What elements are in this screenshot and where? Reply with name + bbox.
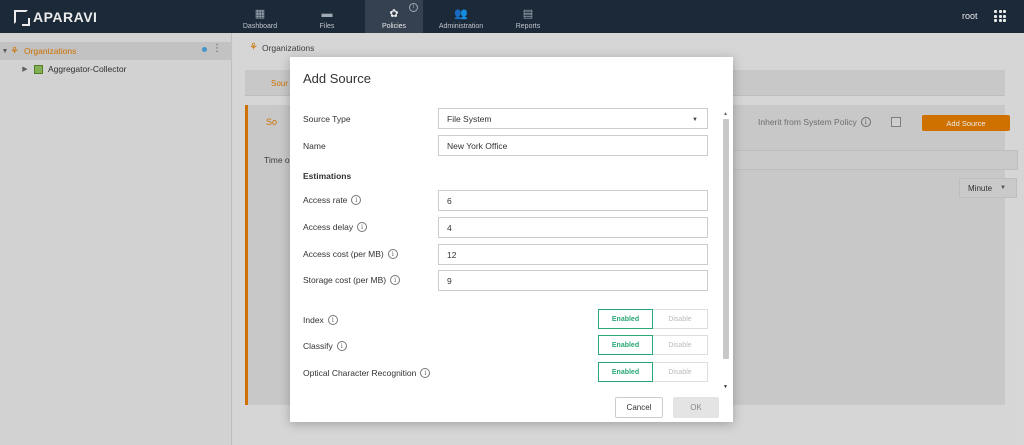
name-label: Name — [303, 141, 326, 151]
info-icon[interactable]: i — [420, 368, 431, 378]
access-rate-value: 6 — [447, 195, 452, 206]
name-value: New York Office — [447, 140, 508, 151]
scroll-up-icon[interactable]: ▲ — [723, 111, 728, 117]
info-icon[interactable]: i — [357, 222, 368, 232]
info-icon[interactable]: i — [387, 249, 398, 259]
access-rate-label: Access rate i — [303, 195, 362, 205]
modal-title: Add Source — [303, 71, 371, 86]
access-cost-label: Access cost (per MB) i — [303, 249, 398, 259]
ok-button[interactable]: OK — [673, 397, 719, 418]
source-type-value: File System — [447, 113, 492, 124]
scroll-down-icon[interactable]: ▼ — [723, 384, 728, 390]
scroll-thumb[interactable] — [723, 119, 729, 359]
info-icon[interactable]: i — [336, 341, 347, 351]
classify-enabled-button[interactable]: Enabled — [598, 335, 653, 355]
modal-scrollbar[interactable]: ▲ ▼ — [722, 111, 730, 391]
access-delay-value: 4 — [447, 222, 452, 233]
name-input[interactable]: New York Office — [438, 135, 708, 156]
index-label: Index i — [303, 315, 338, 325]
index-enabled-button[interactable]: Enabled — [598, 309, 653, 329]
access-cost-input[interactable]: 12 — [438, 244, 708, 265]
source-type-label: Source Type — [303, 114, 351, 124]
ocr-toggle: Enabled Disable — [598, 362, 708, 382]
storage-cost-value: 9 — [447, 275, 452, 286]
access-delay-label: Access delay i — [303, 222, 368, 232]
source-type-select[interactable]: File System ▼ — [438, 108, 708, 129]
index-disable-button[interactable]: Disable — [653, 309, 708, 329]
index-toggle: Enabled Disable — [598, 309, 708, 329]
info-icon[interactable]: i — [390, 275, 401, 285]
cancel-button[interactable]: Cancel — [615, 397, 663, 418]
classify-toggle: Enabled Disable — [598, 335, 708, 355]
info-icon[interactable]: i — [351, 195, 362, 205]
access-rate-input[interactable]: 6 — [438, 190, 708, 211]
storage-cost-label: Storage cost (per MB) i — [303, 275, 401, 285]
classify-label: Classify i — [303, 341, 347, 351]
access-cost-value: 12 — [447, 249, 457, 260]
ocr-enabled-button[interactable]: Enabled — [598, 362, 653, 382]
info-icon[interactable]: i — [327, 315, 338, 325]
storage-cost-input[interactable]: 9 — [438, 270, 708, 291]
add-source-modal: Add Source Source Type File System ▼ Nam… — [290, 57, 733, 422]
classify-disable-button[interactable]: Disable — [653, 335, 708, 355]
ocr-disable-button[interactable]: Disable — [653, 362, 708, 382]
estimations-heading: Estimations — [303, 171, 352, 181]
ocr-label: Optical Character Recognition i — [303, 368, 431, 378]
caret-down-icon: ▼ — [692, 117, 698, 123]
access-delay-input[interactable]: 4 — [438, 217, 708, 238]
